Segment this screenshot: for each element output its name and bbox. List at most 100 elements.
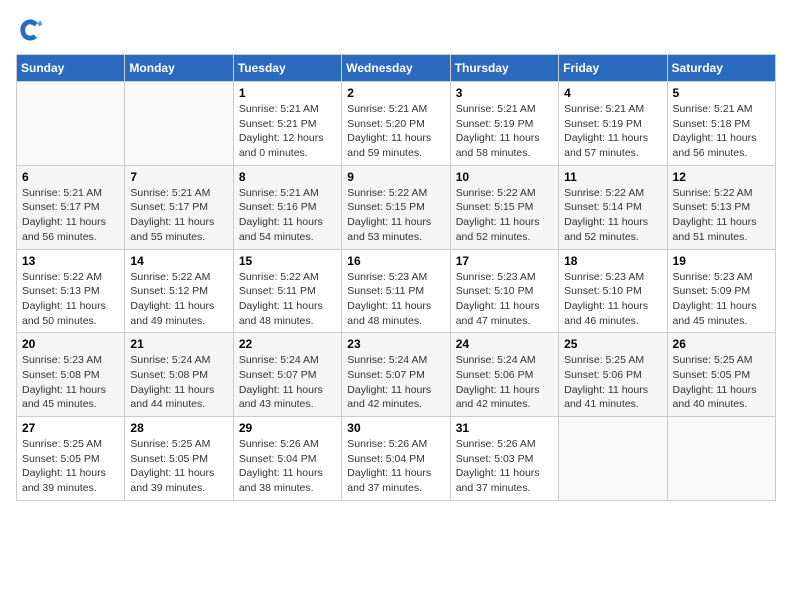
header-friday: Friday (559, 55, 667, 82)
cell-details: Sunrise: 5:21 AM Sunset: 5:18 PM Dayligh… (673, 102, 770, 161)
cell-details: Sunrise: 5:25 AM Sunset: 5:05 PM Dayligh… (22, 437, 119, 496)
day-number: 15 (239, 254, 336, 268)
calendar-cell: 8 Sunrise: 5:21 AM Sunset: 5:16 PM Dayli… (233, 165, 341, 249)
day-number: 3 (456, 86, 553, 100)
sunset-text: Sunset: 5:18 PM (673, 117, 770, 132)
cell-details: Sunrise: 5:21 AM Sunset: 5:20 PM Dayligh… (347, 102, 444, 161)
day-number: 30 (347, 421, 444, 435)
cell-details: Sunrise: 5:25 AM Sunset: 5:06 PM Dayligh… (564, 353, 661, 412)
sunset-text: Sunset: 5:20 PM (347, 117, 444, 132)
calendar-cell: 7 Sunrise: 5:21 AM Sunset: 5:17 PM Dayli… (125, 165, 233, 249)
sunset-text: Sunset: 5:08 PM (22, 368, 119, 383)
calendar-cell: 18 Sunrise: 5:23 AM Sunset: 5:10 PM Dayl… (559, 249, 667, 333)
day-number: 17 (456, 254, 553, 268)
cell-details: Sunrise: 5:23 AM Sunset: 5:11 PM Dayligh… (347, 270, 444, 329)
week-row-1: 1 Sunrise: 5:21 AM Sunset: 5:21 PM Dayli… (17, 82, 776, 166)
day-number: 24 (456, 337, 553, 351)
header-wednesday: Wednesday (342, 55, 450, 82)
day-number: 4 (564, 86, 661, 100)
cell-details: Sunrise: 5:21 AM Sunset: 5:17 PM Dayligh… (22, 186, 119, 245)
daylight-text: Daylight: 11 hours and 56 minutes. (22, 215, 119, 244)
page-header (16, 16, 776, 44)
sunrise-text: Sunrise: 5:21 AM (347, 102, 444, 117)
calendar-cell: 24 Sunrise: 5:24 AM Sunset: 5:06 PM Dayl… (450, 333, 558, 417)
cell-details: Sunrise: 5:23 AM Sunset: 5:10 PM Dayligh… (564, 270, 661, 329)
cell-details: Sunrise: 5:22 AM Sunset: 5:14 PM Dayligh… (564, 186, 661, 245)
day-number: 6 (22, 170, 119, 184)
sunrise-text: Sunrise: 5:21 AM (22, 186, 119, 201)
daylight-text: Daylight: 11 hours and 42 minutes. (456, 383, 553, 412)
daylight-text: Daylight: 11 hours and 49 minutes. (130, 299, 227, 328)
daylight-text: Daylight: 12 hours and 0 minutes. (239, 131, 336, 160)
sunrise-text: Sunrise: 5:21 AM (456, 102, 553, 117)
day-number: 19 (673, 254, 770, 268)
day-number: 28 (130, 421, 227, 435)
sunrise-text: Sunrise: 5:25 AM (564, 353, 661, 368)
sunset-text: Sunset: 5:19 PM (564, 117, 661, 132)
calendar-cell: 6 Sunrise: 5:21 AM Sunset: 5:17 PM Dayli… (17, 165, 125, 249)
cell-details: Sunrise: 5:21 AM Sunset: 5:21 PM Dayligh… (239, 102, 336, 161)
sunset-text: Sunset: 5:05 PM (22, 452, 119, 467)
sunset-text: Sunset: 5:12 PM (130, 284, 227, 299)
calendar-cell: 29 Sunrise: 5:26 AM Sunset: 5:04 PM Dayl… (233, 417, 341, 501)
daylight-text: Daylight: 11 hours and 54 minutes. (239, 215, 336, 244)
cell-details: Sunrise: 5:22 AM Sunset: 5:15 PM Dayligh… (456, 186, 553, 245)
calendar-cell: 4 Sunrise: 5:21 AM Sunset: 5:19 PM Dayli… (559, 82, 667, 166)
daylight-text: Daylight: 11 hours and 53 minutes. (347, 215, 444, 244)
daylight-text: Daylight: 11 hours and 44 minutes. (130, 383, 227, 412)
sunrise-text: Sunrise: 5:22 AM (239, 270, 336, 285)
sunrise-text: Sunrise: 5:23 AM (456, 270, 553, 285)
day-number: 16 (347, 254, 444, 268)
sunset-text: Sunset: 5:04 PM (347, 452, 444, 467)
sunset-text: Sunset: 5:07 PM (239, 368, 336, 383)
cell-details: Sunrise: 5:24 AM Sunset: 5:07 PM Dayligh… (239, 353, 336, 412)
header-monday: Monday (125, 55, 233, 82)
sunset-text: Sunset: 5:17 PM (22, 200, 119, 215)
calendar-cell: 22 Sunrise: 5:24 AM Sunset: 5:07 PM Dayl… (233, 333, 341, 417)
calendar-cell: 14 Sunrise: 5:22 AM Sunset: 5:12 PM Dayl… (125, 249, 233, 333)
cell-details: Sunrise: 5:22 AM Sunset: 5:15 PM Dayligh… (347, 186, 444, 245)
sunrise-text: Sunrise: 5:23 AM (347, 270, 444, 285)
sunrise-text: Sunrise: 5:26 AM (456, 437, 553, 452)
calendar-cell: 10 Sunrise: 5:22 AM Sunset: 5:15 PM Dayl… (450, 165, 558, 249)
sunset-text: Sunset: 5:14 PM (564, 200, 661, 215)
sunset-text: Sunset: 5:04 PM (239, 452, 336, 467)
day-number: 21 (130, 337, 227, 351)
sunrise-text: Sunrise: 5:21 AM (239, 102, 336, 117)
calendar-cell: 3 Sunrise: 5:21 AM Sunset: 5:19 PM Dayli… (450, 82, 558, 166)
cell-details: Sunrise: 5:24 AM Sunset: 5:07 PM Dayligh… (347, 353, 444, 412)
sunrise-text: Sunrise: 5:26 AM (239, 437, 336, 452)
calendar-cell: 9 Sunrise: 5:22 AM Sunset: 5:15 PM Dayli… (342, 165, 450, 249)
day-number: 12 (673, 170, 770, 184)
daylight-text: Daylight: 11 hours and 39 minutes. (22, 466, 119, 495)
daylight-text: Daylight: 11 hours and 45 minutes. (673, 299, 770, 328)
sunset-text: Sunset: 5:03 PM (456, 452, 553, 467)
calendar-cell: 11 Sunrise: 5:22 AM Sunset: 5:14 PM Dayl… (559, 165, 667, 249)
calendar-cell: 28 Sunrise: 5:25 AM Sunset: 5:05 PM Dayl… (125, 417, 233, 501)
calendar-cell (559, 417, 667, 501)
sunrise-text: Sunrise: 5:23 AM (673, 270, 770, 285)
daylight-text: Daylight: 11 hours and 39 minutes. (130, 466, 227, 495)
sunset-text: Sunset: 5:16 PM (239, 200, 336, 215)
sunset-text: Sunset: 5:10 PM (456, 284, 553, 299)
day-number: 22 (239, 337, 336, 351)
calendar-cell: 27 Sunrise: 5:25 AM Sunset: 5:05 PM Dayl… (17, 417, 125, 501)
calendar-table: SundayMondayTuesdayWednesdayThursdayFrid… (16, 54, 776, 501)
sunset-text: Sunset: 5:05 PM (130, 452, 227, 467)
daylight-text: Daylight: 11 hours and 59 minutes. (347, 131, 444, 160)
daylight-text: Daylight: 11 hours and 51 minutes. (673, 215, 770, 244)
day-number: 31 (456, 421, 553, 435)
day-number: 1 (239, 86, 336, 100)
sunrise-text: Sunrise: 5:22 AM (456, 186, 553, 201)
sunset-text: Sunset: 5:19 PM (456, 117, 553, 132)
calendar-cell (667, 417, 775, 501)
sunrise-text: Sunrise: 5:22 AM (130, 270, 227, 285)
daylight-text: Daylight: 11 hours and 43 minutes. (239, 383, 336, 412)
cell-details: Sunrise: 5:21 AM Sunset: 5:17 PM Dayligh… (130, 186, 227, 245)
calendar-cell: 13 Sunrise: 5:22 AM Sunset: 5:13 PM Dayl… (17, 249, 125, 333)
calendar-cell: 1 Sunrise: 5:21 AM Sunset: 5:21 PM Dayli… (233, 82, 341, 166)
sunrise-text: Sunrise: 5:21 AM (130, 186, 227, 201)
calendar-cell: 23 Sunrise: 5:24 AM Sunset: 5:07 PM Dayl… (342, 333, 450, 417)
sunset-text: Sunset: 5:08 PM (130, 368, 227, 383)
daylight-text: Daylight: 11 hours and 37 minutes. (347, 466, 444, 495)
